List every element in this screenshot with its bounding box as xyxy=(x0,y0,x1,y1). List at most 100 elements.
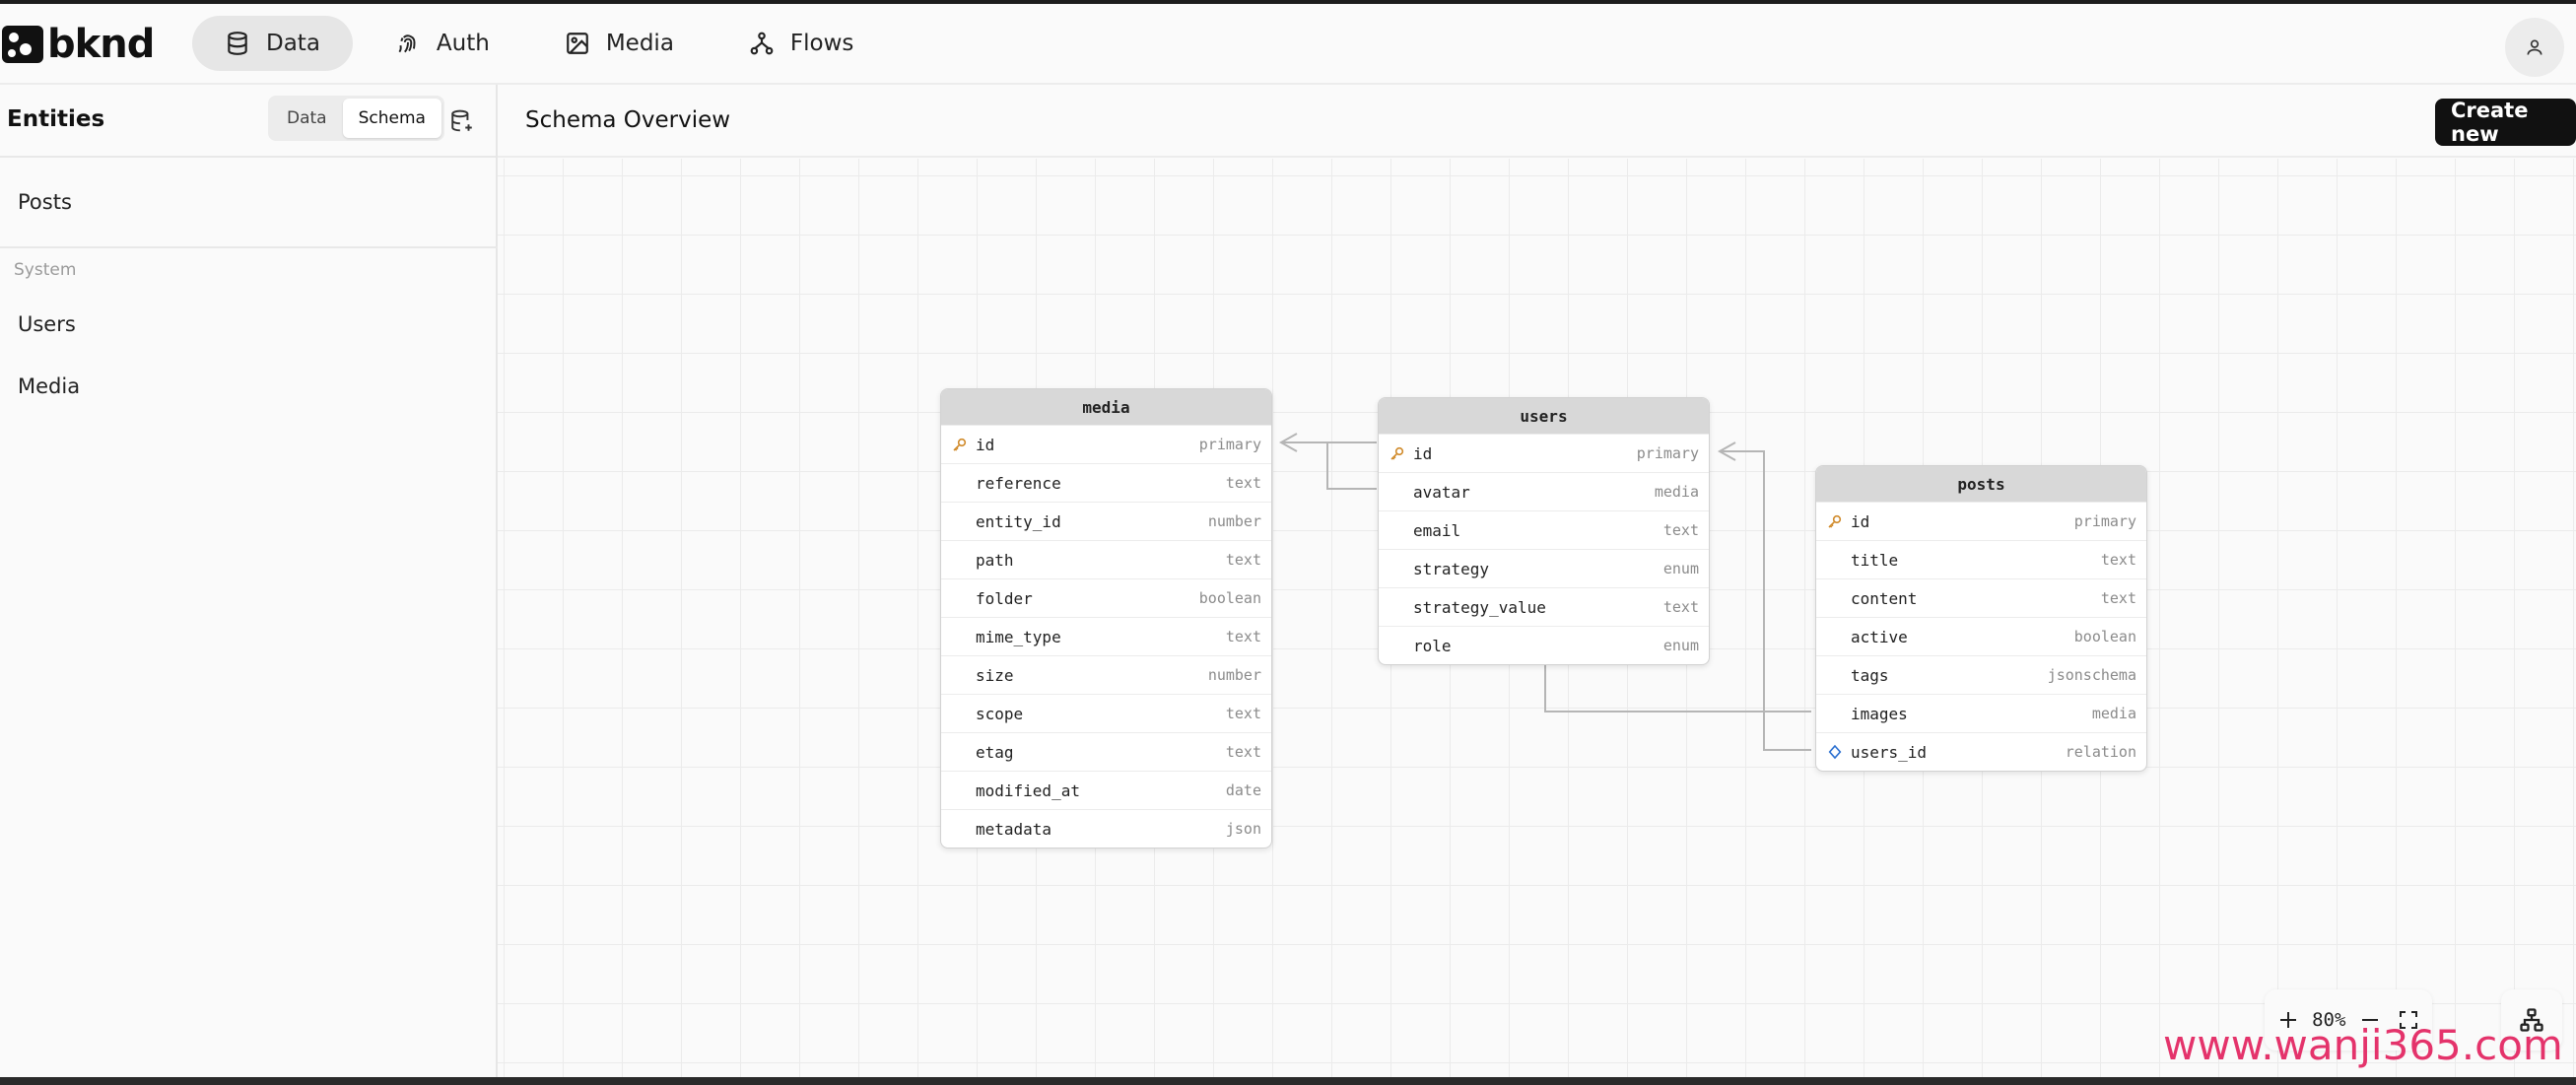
field-row: modified_at date xyxy=(941,771,1271,809)
field-name: mime_type xyxy=(976,627,1061,646)
page-title: Schema Overview xyxy=(525,107,731,133)
field-type: json xyxy=(1225,820,1261,838)
sidebar-item-posts[interactable]: Posts xyxy=(18,190,72,214)
entity-card-media[interactable]: media id primary reference text entity_id… xyxy=(940,388,1272,848)
field-name: path xyxy=(976,550,1014,570)
field-row: content text xyxy=(1816,578,2146,617)
field-row: path text xyxy=(941,540,1271,578)
field-type: media xyxy=(2091,705,2136,722)
field-row: entity_id number xyxy=(941,502,1271,540)
nav-data-label: Data xyxy=(266,31,320,56)
top-bar: bknd Data Auth Media Flows xyxy=(0,4,2576,85)
sidebar: Entities Data Schema Posts System Users … xyxy=(0,85,498,1077)
field-type: text xyxy=(1225,743,1261,761)
field-type: relation xyxy=(2065,743,2136,761)
nav-auth[interactable]: Auth xyxy=(363,16,522,71)
brand-name: bknd xyxy=(47,22,155,67)
field-type: number xyxy=(1207,512,1261,530)
field-type: enum xyxy=(1662,637,1699,654)
entity-title: posts xyxy=(1816,466,2146,502)
field-row: reference text xyxy=(941,463,1271,502)
field-row: metadata json xyxy=(941,809,1271,848)
toggle-data[interactable]: Data xyxy=(271,99,343,138)
nav-flows-label: Flows xyxy=(789,31,854,56)
field-type: date xyxy=(1225,781,1261,799)
field-type: text xyxy=(2100,589,2136,607)
field-row: folder boolean xyxy=(941,578,1271,617)
field-name: images xyxy=(1851,704,1908,723)
field-row: etag text xyxy=(941,732,1271,771)
field-type: text xyxy=(1225,628,1261,645)
field-row: images media xyxy=(1816,694,2146,732)
fingerprint-icon xyxy=(398,34,416,53)
flow-icon xyxy=(750,32,774,55)
field-name: title xyxy=(1851,550,1899,570)
field-name: tags xyxy=(1851,665,1889,685)
nav-media[interactable]: Media xyxy=(532,16,707,71)
image-icon xyxy=(566,33,588,54)
entity-card-posts[interactable]: posts id primary title text content text a… xyxy=(1815,465,2147,772)
nav-auth-label: Auth xyxy=(436,31,490,56)
field-name: avatar xyxy=(1413,482,1470,502)
field-name: email xyxy=(1413,520,1461,540)
entity-title: media xyxy=(941,389,1271,425)
key-icon xyxy=(1390,446,1404,460)
field-name: folder xyxy=(976,588,1033,608)
field-type: text xyxy=(1662,521,1699,539)
field-name: strategy xyxy=(1413,559,1490,578)
field-name: reference xyxy=(976,473,1061,493)
field-name: strategy_value xyxy=(1413,597,1546,617)
field-type: text xyxy=(1225,551,1261,569)
add-entity-button[interactable] xyxy=(445,104,479,138)
field-type: boolean xyxy=(2073,628,2136,645)
diamond-icon xyxy=(1828,744,1842,760)
field-row: mime_type text xyxy=(941,617,1271,655)
database-plus-icon xyxy=(451,109,472,132)
field-row: role enum xyxy=(1379,626,1709,664)
sidebar-header: Entities Data Schema xyxy=(0,85,496,158)
logo-mark-icon xyxy=(2,26,43,63)
nav-media-label: Media xyxy=(605,31,674,56)
entity-card-users[interactable]: users id primary avatar media email text s… xyxy=(1378,397,1710,665)
field-type: text xyxy=(2100,551,2136,569)
field-row: id primary xyxy=(1816,502,2146,540)
field-row: active boolean xyxy=(1816,617,2146,655)
user-menu-button[interactable] xyxy=(2505,18,2564,77)
field-name: etag xyxy=(976,742,1014,762)
field-name: modified_at xyxy=(976,780,1080,800)
create-new-button[interactable]: Create new xyxy=(2435,99,2576,146)
main-nav: Data Auth Media Flows xyxy=(192,16,886,71)
field-type: number xyxy=(1207,666,1261,684)
field-row: avatar media xyxy=(1379,472,1709,510)
nav-flows[interactable]: Flows xyxy=(716,16,887,71)
key-icon xyxy=(1828,514,1842,528)
field-type: enum xyxy=(1662,560,1699,577)
window-frame-bottom xyxy=(0,1077,2576,1085)
field-name: active xyxy=(1851,627,1908,646)
field-name: users_id xyxy=(1851,742,1928,762)
field-type: text xyxy=(1225,474,1261,492)
sidebar-item-media[interactable]: Media xyxy=(18,374,80,398)
field-name: id xyxy=(1851,511,1870,531)
field-row: strategy_value text xyxy=(1379,587,1709,626)
toggle-schema[interactable]: Schema xyxy=(342,99,441,138)
field-type: primary xyxy=(1198,436,1261,453)
field-type: text xyxy=(1225,705,1261,722)
field-name: metadata xyxy=(976,819,1052,839)
field-name: role xyxy=(1413,636,1452,655)
field-row: title text xyxy=(1816,540,2146,578)
field-row: id primary xyxy=(941,425,1271,463)
sidebar-item-users[interactable]: Users xyxy=(18,312,76,336)
field-type: media xyxy=(1654,483,1699,501)
field-row: strategy enum xyxy=(1379,549,1709,587)
field-type: primary xyxy=(2073,512,2136,530)
field-row: tags jsonschema xyxy=(1816,655,2146,694)
brand-logo[interactable]: bknd xyxy=(2,22,155,67)
nav-data[interactable]: Data xyxy=(192,16,353,71)
main-header: Schema Overview Create new xyxy=(498,85,2576,158)
field-row: size number xyxy=(941,655,1271,694)
field-name: id xyxy=(1413,443,1433,463)
field-name: entity_id xyxy=(976,511,1061,531)
field-name: scope xyxy=(976,704,1024,723)
database-icon xyxy=(228,32,247,55)
